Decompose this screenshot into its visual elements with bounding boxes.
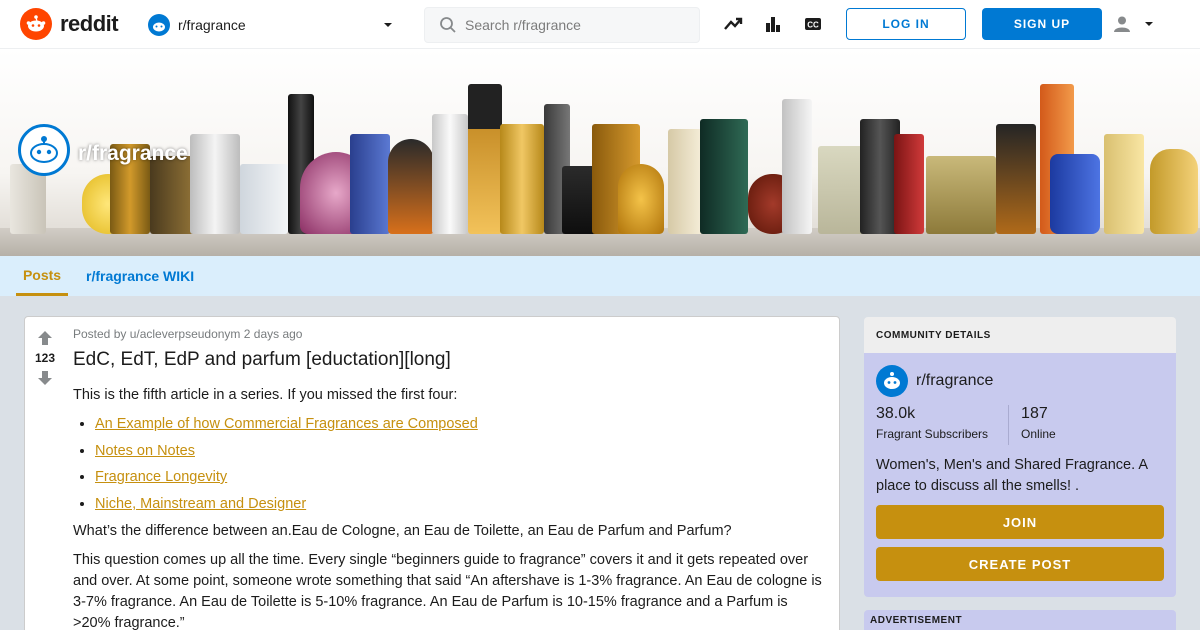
user-icon xyxy=(1114,16,1130,32)
tab-posts[interactable]: Posts xyxy=(16,256,68,296)
list-item: An Example of how Commercial Fragrances … xyxy=(95,414,823,436)
search-bar[interactable] xyxy=(424,7,700,43)
list-item: Niche, Mainstream and Designer xyxy=(95,494,823,516)
sidebar-community-name: r/fragrance xyxy=(916,372,994,389)
chevron-down-icon xyxy=(1145,22,1153,26)
post-card: 123 Posted by u/acleverpseudonym 2 days … xyxy=(24,316,840,630)
perfume-bottle-decoration xyxy=(894,134,924,234)
perfume-bottle-decoration xyxy=(190,134,240,234)
perfume-bottle-decoration xyxy=(700,119,748,234)
online-stat: 187 Online xyxy=(1021,405,1076,445)
community-banner: r/fragrance xyxy=(0,49,1200,256)
article-link[interactable]: Fragrance Longevity xyxy=(95,469,227,485)
downvote-icon[interactable] xyxy=(36,369,54,387)
perfume-bottle-decoration xyxy=(926,156,996,234)
stats-icon[interactable] xyxy=(762,13,784,35)
post-intro: This is the fifth article in a series. I… xyxy=(73,387,458,403)
search-icon xyxy=(440,17,456,33)
article-link-list: An Example of how Commercial Fragrances … xyxy=(95,414,823,515)
perfume-bottle-decoration xyxy=(996,124,1036,234)
banner-community-title: r/fragrance xyxy=(78,142,188,165)
user-dropdown[interactable] xyxy=(1112,12,1162,36)
community-subnav: Posts r/fragrance WIKI xyxy=(0,256,1200,296)
perfume-bottle-decoration xyxy=(1050,154,1100,234)
create-post-button[interactable]: CREATE POST xyxy=(876,547,1164,581)
advertisement-heading: ADVERTISEMENT xyxy=(864,610,1176,630)
community-selector-label: r/fragrance xyxy=(178,17,246,33)
perfume-bottle-decoration xyxy=(350,134,390,234)
stat-divider xyxy=(1008,405,1010,445)
perfume-bottle-decoration xyxy=(432,114,468,234)
community-stats: 38.0k Fragrant Subscribers 187 Online xyxy=(876,405,1164,445)
post-meta: Posted by u/acleverpseudonym 2 days ago xyxy=(73,327,303,341)
post-question: What’s the difference between an.Eau de … xyxy=(73,523,732,539)
post-paragraph: This question comes up all the time. Eve… xyxy=(73,552,822,630)
perfume-bottle-decoration xyxy=(668,129,704,234)
post-body: Posted by u/acleverpseudonym 2 days ago … xyxy=(73,327,823,630)
subscriber-count: 38.0k xyxy=(876,405,916,422)
community-details-body: r/fragrance 38.0k Fragrant Subscribers 1… xyxy=(864,353,1176,597)
perfume-bottle-decoration xyxy=(468,84,502,234)
community-avatar xyxy=(18,124,70,176)
tab-wiki[interactable]: r/fragrance WIKI xyxy=(86,256,194,296)
logo-text: reddit xyxy=(60,11,119,36)
perfume-bottle-decoration xyxy=(500,124,544,234)
search-input[interactable] xyxy=(465,17,685,33)
post-content: This is the fifth article in a series. I… xyxy=(73,385,823,630)
login-button[interactable]: LOG IN xyxy=(846,8,966,40)
community-selector[interactable]: r/fragrance xyxy=(140,8,402,42)
signup-button[interactable]: SIGN UP xyxy=(982,8,1102,40)
sidebar-community[interactable]: r/fragrance xyxy=(876,365,1164,397)
reddit-logo[interactable]: reddit xyxy=(20,8,119,40)
article-link[interactable]: Niche, Mainstream and Designer xyxy=(95,496,306,512)
list-item: Notes on Notes xyxy=(95,441,823,463)
community-icon xyxy=(876,365,908,397)
snoo-icon xyxy=(20,8,52,40)
chevron-down-icon xyxy=(384,23,392,27)
join-button[interactable]: JOIN xyxy=(876,505,1164,539)
vote-column: 123 xyxy=(25,317,65,387)
subscriber-stat: 38.0k Fragrant Subscribers xyxy=(876,405,1008,445)
article-link[interactable]: An Example of how Commercial Fragrances … xyxy=(95,416,478,432)
closed-caption-icon[interactable]: CC xyxy=(802,13,824,35)
perfume-bottle-decoration xyxy=(388,139,434,234)
trending-icon[interactable] xyxy=(722,13,744,35)
community-details-heading: COMMUNITY DETAILS xyxy=(864,317,1176,353)
list-item: Fragrance Longevity xyxy=(95,467,823,489)
vote-count: 123 xyxy=(34,351,56,365)
upvote-icon[interactable] xyxy=(36,329,54,347)
community-icon xyxy=(148,14,170,36)
perfume-bottle-decoration xyxy=(1104,134,1144,234)
perfume-bottle-decoration xyxy=(240,164,288,234)
online-label: Online xyxy=(1021,427,1056,441)
perfume-bottle-decoration xyxy=(1150,149,1198,234)
svg-text:CC: CC xyxy=(807,21,819,30)
perfume-bottle-decoration xyxy=(782,99,812,234)
online-count: 187 xyxy=(1021,405,1048,422)
subscriber-label: Fragrant Subscribers xyxy=(876,427,989,441)
community-details-card: COMMUNITY DETAILS r/fragrance 38.0k Frag… xyxy=(864,317,1176,597)
perfume-bottle-decoration xyxy=(618,164,664,234)
article-link[interactable]: Notes on Notes xyxy=(95,443,195,459)
top-header: reddit r/fragrance Search r/fragrance CC… xyxy=(0,0,1200,49)
post-title[interactable]: EdC, EdT, EdP and parfum [eductation][lo… xyxy=(73,349,823,371)
community-description: Women's, Men's and Shared Fragrance. A p… xyxy=(876,457,1148,494)
